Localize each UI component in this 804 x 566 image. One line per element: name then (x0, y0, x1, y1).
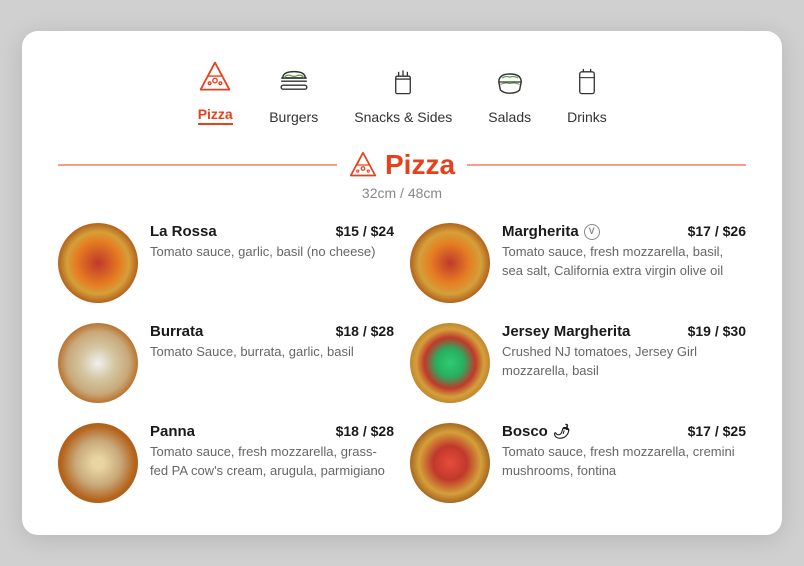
menu-card: Pizza Burgers (22, 31, 782, 535)
salads-icon (494, 66, 526, 103)
pizza-image-burrata (58, 323, 138, 403)
section-line-left (58, 164, 337, 166)
snacks-icon (387, 66, 419, 103)
menu-item-jersey-margherita: Jersey Margherita $19 / $30 Crushed NJ t… (410, 323, 746, 403)
item-name-la-rossa: La Rossa (150, 223, 217, 240)
item-desc-margherita: Tomato sauce, fresh mozzarella, basil, s… (502, 243, 746, 281)
item-name-row-la-rossa: La Rossa $15 / $24 (150, 223, 394, 240)
item-desc-la-rossa: Tomato sauce, garlic, basil (no cheese) (150, 243, 394, 262)
category-nav: Pizza Burgers (58, 59, 746, 125)
item-desc-bosco: Tomato sauce, fresh mozzarella, cremini … (502, 443, 746, 481)
section-line-right (467, 164, 746, 166)
menu-item-la-rossa: La Rossa $15 / $24 Tomato sauce, garlic,… (58, 223, 394, 303)
item-price-jersey-margherita: $19 / $30 (688, 323, 746, 339)
item-info-bosco: Bosco 🌶 $17 / $25 Tomato sauce, fresh mo… (502, 423, 746, 481)
item-info-panna: Panna $18 / $28 Tomato sauce, fresh mozz… (150, 423, 394, 481)
item-info-margherita: Margherita V $17 / $26 Tomato sauce, fre… (502, 223, 746, 281)
nav-label-drinks: Drinks (567, 109, 607, 125)
pizza-image-margherita (410, 223, 490, 303)
nav-item-pizza[interactable]: Pizza (193, 59, 237, 125)
item-name-bosco: Bosco 🌶 (502, 423, 571, 440)
item-desc-panna: Tomato sauce, fresh mozzarella, grass-fe… (150, 443, 394, 481)
item-name-row-panna: Panna $18 / $28 (150, 423, 394, 440)
nav-item-salads[interactable]: Salads (484, 66, 535, 125)
drinks-icon (571, 66, 603, 103)
menu-item-margherita: Margherita V $17 / $26 Tomato sauce, fre… (410, 223, 746, 303)
item-name-jersey-margherita: Jersey Margherita (502, 323, 630, 340)
burger-icon (278, 66, 310, 103)
item-name-panna: Panna (150, 423, 195, 440)
pizza-image-bosco (410, 423, 490, 503)
pizza-image-jersey-margherita (410, 323, 490, 403)
menu-item-panna: Panna $18 / $28 Tomato sauce, fresh mozz… (58, 423, 394, 503)
pizza-image-panna (58, 423, 138, 503)
item-price-margherita: $17 / $26 (688, 223, 746, 239)
item-name-row-burrata: Burrata $18 / $28 (150, 323, 394, 340)
spicy-icon: 🌶 (553, 423, 571, 440)
section-pizza-icon (349, 151, 377, 179)
item-price-bosco: $17 / $25 (688, 423, 746, 439)
item-desc-burrata: Tomato Sauce, burrata, garlic, basil (150, 343, 394, 362)
item-name-row-jersey-margherita: Jersey Margherita $19 / $30 (502, 323, 746, 340)
nav-label-snacks: Snacks & Sides (354, 109, 452, 125)
vegetarian-badge: V (584, 224, 600, 240)
nav-label-salads: Salads (488, 109, 531, 125)
item-price-burrata: $18 / $28 (336, 323, 394, 339)
pizza-image-la-rossa (58, 223, 138, 303)
item-desc-jersey-margherita: Crushed NJ tomatoes, Jersey Girl mozzare… (502, 343, 746, 381)
item-price-panna: $18 / $28 (336, 423, 394, 439)
section-title: Pizza (385, 149, 455, 181)
section-title-wrap: Pizza (349, 149, 455, 181)
item-name-burrata: Burrata (150, 323, 203, 340)
menu-grid: La Rossa $15 / $24 Tomato sauce, garlic,… (58, 223, 746, 503)
pizza-icon (197, 59, 233, 100)
item-info-la-rossa: La Rossa $15 / $24 Tomato sauce, garlic,… (150, 223, 394, 262)
nav-item-snacks[interactable]: Snacks & Sides (350, 66, 456, 125)
menu-item-bosco: Bosco 🌶 $17 / $25 Tomato sauce, fresh mo… (410, 423, 746, 503)
nav-item-drinks[interactable]: Drinks (563, 66, 611, 125)
item-price-la-rossa: $15 / $24 (336, 223, 394, 239)
item-info-jersey-margherita: Jersey Margherita $19 / $30 Crushed NJ t… (502, 323, 746, 381)
nav-label-burgers: Burgers (269, 109, 318, 125)
item-name-margherita: Margherita V (502, 223, 600, 240)
item-name-row-margherita: Margherita V $17 / $26 (502, 223, 746, 240)
item-info-burrata: Burrata $18 / $28 Tomato Sauce, burrata,… (150, 323, 394, 362)
nav-label-pizza: Pizza (198, 106, 233, 125)
section-header: Pizza (58, 149, 746, 181)
section-subtitle: 32cm / 48cm (58, 185, 746, 201)
item-name-row-bosco: Bosco 🌶 $17 / $25 (502, 423, 746, 440)
nav-item-burgers[interactable]: Burgers (265, 66, 322, 125)
menu-item-burrata: Burrata $18 / $28 Tomato Sauce, burrata,… (58, 323, 394, 403)
